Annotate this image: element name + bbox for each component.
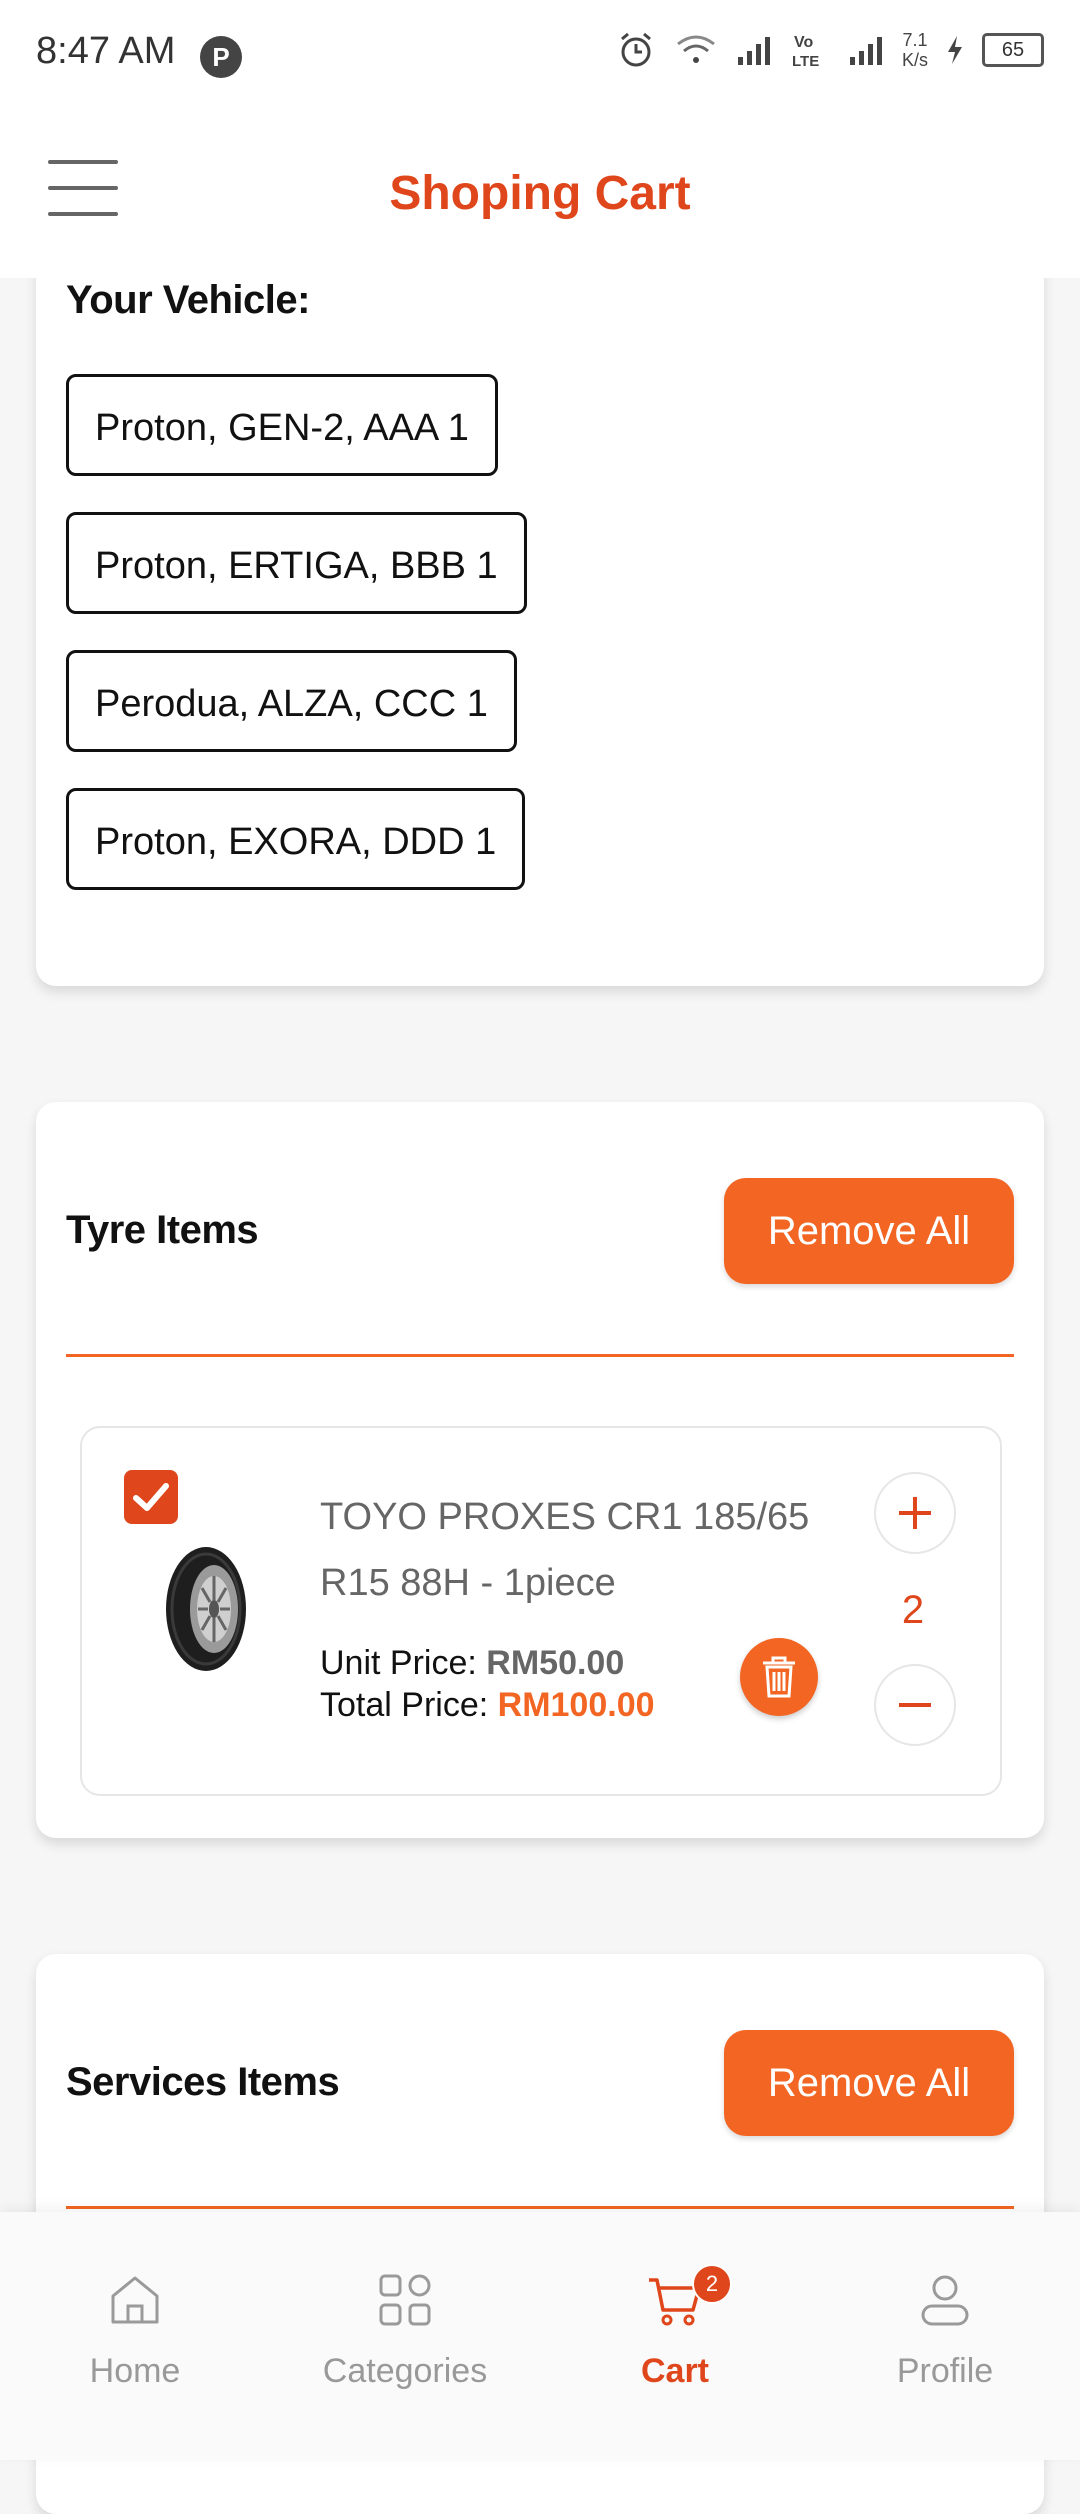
signal-icon (737, 37, 770, 65)
tyre-items-card: Tyre Items Remove All TOYO PROXES CR1 18… (36, 1102, 1044, 1838)
charging-icon (948, 36, 962, 64)
services-items-title: Services Items (66, 2060, 340, 2104)
home-icon (111, 2276, 159, 2324)
vehicle-chip[interactable]: Proton, ERTIGA, BBB 1 (66, 512, 527, 614)
cart-count-badge: 2 (692, 2264, 732, 2304)
trash-icon (763, 1656, 795, 1698)
wifi-icon (677, 35, 715, 63)
svg-text:LTE: LTE (792, 53, 819, 70)
categories-icon (379, 2274, 431, 2326)
tyre-items-title: Tyre Items (66, 1208, 259, 1252)
vehicle-chip[interactable]: Proton, EXORA, DDD 1 (66, 788, 526, 890)
total-price-label: Total Price: (320, 1686, 489, 1724)
decrease-quantity-button[interactable] (874, 1664, 956, 1746)
p-app-icon: P (200, 36, 242, 78)
total-price-line: Total Price: RM100.00 (320, 1686, 655, 1725)
net-speed-value: 7.1 (902, 30, 928, 50)
quantity-value: 2 (901, 1588, 925, 1632)
your-vehicle-label: Your Vehicle: (66, 278, 310, 322)
increase-quantity-button[interactable] (874, 1472, 956, 1554)
nav-cart-label: Cart (640, 2352, 710, 2390)
vehicle-chip[interactable]: Proton, GEN-2, AAA 1 (66, 374, 498, 476)
vehicle-chip[interactable]: Perodua, ALZA, CCC 1 (66, 650, 517, 752)
status-bar: 8:47 AM P Vo LTE 7.1 K/s 65 (0, 0, 1080, 108)
bottom-navigation: Home Categories 2 Cart Profile (0, 2212, 1080, 2460)
delete-item-button[interactable] (740, 1638, 818, 1716)
unit-price-value: RM50.00 (486, 1644, 625, 1682)
remove-all-tyres-button[interactable]: Remove All (724, 1178, 1014, 1284)
vehicle-card: Your Vehicle: Proton, GEN-2, AAA 1 Proto… (36, 200, 1044, 986)
section-divider (66, 1354, 1014, 1357)
plus-icon (899, 1497, 931, 1529)
nav-home-label: Home (89, 2352, 181, 2390)
profile-icon (921, 2275, 969, 2326)
svg-text:Vo: Vo (794, 34, 813, 51)
page-title: Shoping Cart (389, 167, 691, 220)
checkmark-icon (133, 1483, 169, 1511)
net-speed: 7.1 K/s (902, 30, 928, 70)
status-icons: Vo LTE 7.1 K/s 65 (616, 30, 1044, 70)
item-checkbox[interactable] (124, 1470, 178, 1524)
alarm-icon (621, 32, 651, 67)
nav-categories[interactable]: Categories (270, 2212, 540, 2460)
unit-price-label: Unit Price: (320, 1644, 477, 1682)
battery-indicator: 65 (982, 33, 1044, 67)
nav-profile-label: Profile (896, 2352, 994, 2390)
tyre-image (166, 1547, 246, 1671)
app-bar: Shoping Cart (0, 108, 1080, 278)
remove-all-services-button[interactable]: Remove All (724, 2030, 1014, 2136)
nav-home[interactable]: Home (0, 2212, 270, 2460)
cart-item: TOYO PROXES CR1 185/65 R15 88H - 1piece … (80, 1426, 1002, 1796)
volte-icon: Vo LTE (792, 34, 819, 70)
status-time: 8:47 AM (36, 30, 176, 72)
nav-profile[interactable]: Profile (810, 2212, 1080, 2460)
nav-categories-label: Categories (322, 2352, 488, 2390)
nav-cart[interactable]: 2 Cart (540, 2212, 810, 2460)
total-price-value: RM100.00 (497, 1686, 655, 1724)
net-speed-unit: K/s (901, 50, 928, 70)
unit-price-line: Unit Price: RM50.00 (320, 1644, 624, 1683)
item-name: TOYO PROXES CR1 185/65 R15 88H - 1piece (320, 1496, 810, 1604)
signal-icon (849, 37, 882, 65)
section-divider (66, 2206, 1014, 2209)
minus-icon (899, 1703, 931, 1707)
